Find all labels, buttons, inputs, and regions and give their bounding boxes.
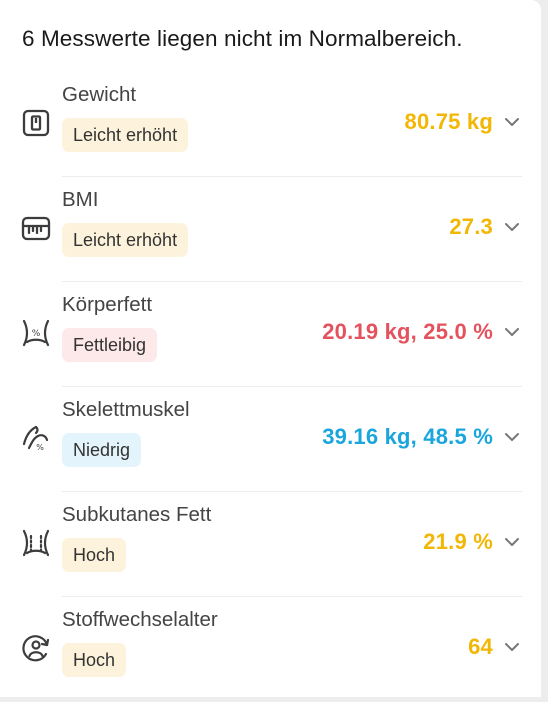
- metric-value: 64: [468, 634, 493, 659]
- status-badge: Leicht erhöht: [62, 118, 189, 152]
- chevron-down-icon[interactable]: [502, 637, 522, 657]
- metric-value: 80.75 kg: [404, 109, 493, 134]
- metabolic-age-icon: [20, 632, 52, 664]
- metric-value: 20.19 kg, 25.0 %: [322, 319, 493, 344]
- metric-row-body-fat[interactable]: % Körperfett Fettleibig 20.19 kg, 25.0 %: [0, 282, 541, 387]
- metric-row-metabolic-age[interactable]: Stoffwechselalter Hoch 64: [0, 597, 541, 702]
- status-badge: Hoch: [62, 538, 127, 572]
- metrics-card: 6 Messwerte liegen nicht im Normalbereic…: [0, 0, 541, 697]
- metric-row-bmi[interactable]: BMI Leicht erhöht 27.3: [0, 177, 541, 282]
- metric-name: Subkutanes Fett: [62, 503, 212, 526]
- svg-text:%: %: [36, 443, 44, 452]
- metric-name: Körperfett: [62, 293, 153, 316]
- status-badge: Leicht erhöht: [62, 223, 189, 257]
- metric-name: Skelettmuskel: [62, 398, 190, 421]
- status-badge: Fettleibig: [62, 328, 158, 362]
- metric-name: Gewicht: [62, 83, 137, 106]
- ruler-icon: [20, 212, 52, 244]
- chevron-down-icon[interactable]: [502, 532, 522, 552]
- metric-row-skeletal-muscle[interactable]: % Skelettmuskel Niedrig 39.16 kg, 48.5 %: [0, 387, 541, 492]
- metric-row-subcutaneous-fat[interactable]: Subkutanes Fett Hoch 21.9 %: [0, 492, 541, 597]
- chevron-down-icon[interactable]: [502, 322, 522, 342]
- page-title: 6 Messwerte liegen nicht im Normalbereic…: [22, 26, 463, 51]
- metric-name: Stoffwechselalter: [62, 608, 218, 631]
- metric-name: BMI: [62, 188, 99, 211]
- scale-icon: [20, 107, 52, 139]
- status-badge: Hoch: [62, 643, 127, 677]
- muscle-icon: %: [20, 422, 52, 454]
- svg-text:%: %: [32, 329, 41, 339]
- chevron-down-icon[interactable]: [502, 427, 522, 447]
- metric-value: 39.16 kg, 48.5 %: [322, 424, 493, 449]
- metric-value: 21.9 %: [423, 529, 493, 554]
- chevron-down-icon[interactable]: [502, 217, 522, 237]
- subcutaneous-fat-icon: [20, 527, 52, 559]
- body-fat-icon: %: [20, 317, 52, 349]
- status-badge: Niedrig: [62, 433, 142, 467]
- metric-value: 27.3: [449, 214, 493, 239]
- metric-row-weight[interactable]: Gewicht Leicht erhöht 80.75 kg: [0, 72, 541, 177]
- chevron-down-icon[interactable]: [502, 112, 522, 132]
